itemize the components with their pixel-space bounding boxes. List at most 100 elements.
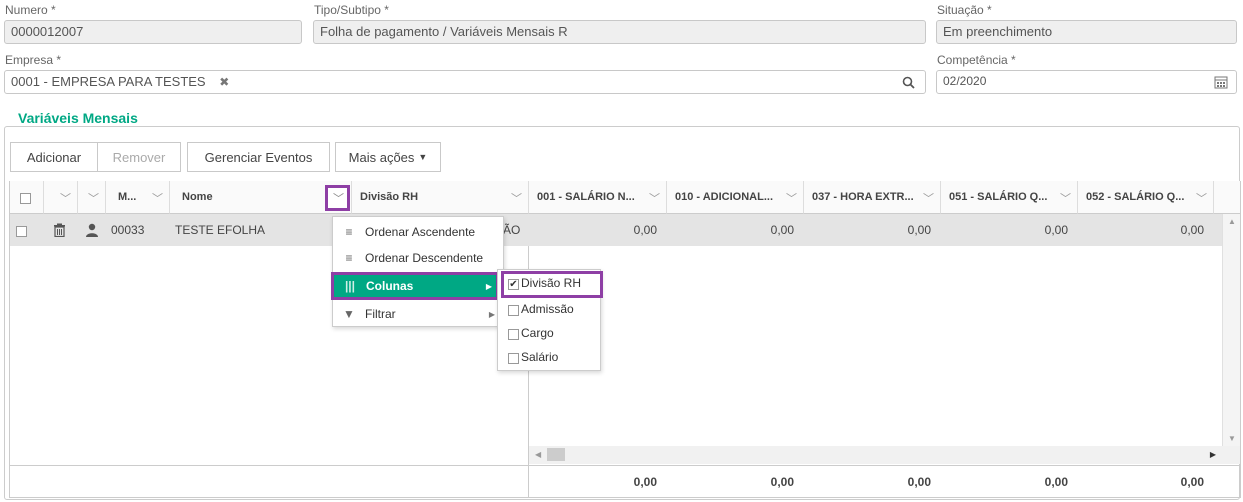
menu-filter[interactable]: ▼ Filtrar ▶ <box>333 301 503 327</box>
row-value-051: 0,00 <box>1044 223 1068 237</box>
header-001-label: 001 - SALÁRIO N... <box>537 191 635 203</box>
chevron-down-icon[interactable]: ﹀ <box>152 190 163 206</box>
scroll-corner <box>1222 446 1240 464</box>
menu-filter-label: Filtrar <box>365 307 396 321</box>
header-037-label: 037 - HORA EXTR... <box>812 191 914 203</box>
submenu-divisao-label: Divisão RH <box>521 276 582 290</box>
row-value-052: 0,00 <box>1180 223 1204 237</box>
header-divisao-label: Divisão RH <box>360 191 419 203</box>
submenu-arrow-icon: ▶ <box>485 281 492 291</box>
header-m-label: M... <box>118 191 137 203</box>
trash-icon[interactable] <box>53 214 66 246</box>
vertical-scrollbar[interactable]: ▲ ▼ <box>1222 214 1240 446</box>
more-actions-label: Mais ações <box>348 149 415 165</box>
situacao-field[interactable]: Em preenchimento <box>936 20 1237 44</box>
header-select-all[interactable] <box>10 181 44 214</box>
chevron-down-icon[interactable]: ﹀ <box>1060 190 1071 206</box>
row-code: 00033 <box>111 223 145 237</box>
row-value-001: 0,00 <box>633 223 657 237</box>
checkbox-icon[interactable] <box>508 328 519 340</box>
header-col-divisao[interactable]: Divisão RH ﹀ <box>352 181 529 214</box>
add-button[interactable]: Adicionar <box>10 142 98 172</box>
total-010: 0,00 <box>770 475 794 489</box>
checkbox-icon[interactable] <box>508 352 519 364</box>
total-052: 0,00 <box>1180 475 1204 489</box>
scroll-up-icon[interactable]: ▲ <box>1228 217 1236 226</box>
chevron-down-icon[interactable]: ﹀ <box>511 190 522 206</box>
remove-button[interactable]: Remover <box>97 142 181 172</box>
checkbox-checked-icon[interactable]: ✔ <box>508 278 519 290</box>
situacao-label: Situação * <box>937 3 992 17</box>
header-col-037[interactable]: 037 - HORA EXTR... ﹀ <box>804 181 941 214</box>
menu-columns-label: Colunas <box>366 279 414 293</box>
column-menu: ≡ Ordenar Ascendente ≡ Ordenar Descenden… <box>331 216 504 327</box>
scroll-left-icon[interactable]: ◀ <box>535 450 541 459</box>
scroll-down-icon[interactable]: ▼ <box>1228 434 1236 443</box>
submenu-cargo-label: Cargo <box>521 326 554 340</box>
tipo-label: Tipo/Subtipo * <box>314 3 389 17</box>
chevron-down-icon[interactable]: ﹀ <box>60 190 71 206</box>
submenu-item-admissao[interactable]: Admissão <box>508 302 574 316</box>
more-actions-button[interactable]: Mais ações ▼ <box>335 142 441 172</box>
menu-sort-descending[interactable]: ≡ Ordenar Descendente <box>333 245 503 271</box>
header-col-m[interactable]: M... ﹀ <box>106 181 170 214</box>
scroll-thumb[interactable] <box>547 448 565 461</box>
empresa-label: Empresa * <box>5 53 62 67</box>
numero-label: Numero * <box>5 3 56 17</box>
search-icon[interactable] <box>902 76 915 89</box>
submenu-salario-label: Salário <box>521 350 559 364</box>
tipo-field[interactable]: Folha de pagamento / Variáveis Mensais R <box>313 20 926 44</box>
chevron-down-icon[interactable]: ﹀ <box>786 190 797 206</box>
sort-descending-icon: ≡ <box>345 251 353 265</box>
total-001: 0,00 <box>633 475 657 489</box>
columns-icon: ||| <box>344 279 356 293</box>
numero-field[interactable]: 0000012007 <box>4 20 302 44</box>
menu-sort-descending-label: Ordenar Descendente <box>365 251 484 265</box>
calendar-icon[interactable] <box>1214 75 1228 89</box>
header-col-delete[interactable]: ﹀ <box>44 181 78 214</box>
empresa-value: 0001 - EMPRESA PARA TESTES <box>11 74 206 89</box>
manage-events-button[interactable]: Gerenciar Eventos <box>187 142 330 172</box>
submenu-item-divisao[interactable]: ✔ Divisão RH <box>508 276 581 290</box>
sort-ascending-icon: ≡ <box>345 225 353 239</box>
competencia-field[interactable]: 02/2020 <box>936 70 1237 94</box>
header-col-010[interactable]: 010 - ADICIONAL... ﹀ <box>667 181 804 214</box>
submenu-item-cargo[interactable]: Cargo <box>508 326 554 340</box>
header-col-052[interactable]: 052 - SALÁRIO Q... ﹀ <box>1078 181 1214 214</box>
chevron-down-icon[interactable]: ﹀ <box>649 190 660 206</box>
header-051-label: 051 - SALÁRIO Q... <box>949 191 1048 203</box>
filter-icon: ▼ <box>343 307 355 321</box>
header-col-051[interactable]: 051 - SALÁRIO Q... ﹀ <box>941 181 1078 214</box>
section-title: Variáveis Mensais <box>14 110 142 126</box>
scroll-right-icon[interactable]: ▶ <box>1210 450 1216 459</box>
submenu-admissao-label: Admissão <box>521 302 574 316</box>
header-col-user[interactable]: ﹀ <box>78 181 106 214</box>
horizontal-scrollbar[interactable]: ◀ ▶ <box>529 446 1222 464</box>
checkbox-icon[interactable] <box>20 192 31 204</box>
nome-column-menu-trigger[interactable]: ﹀ <box>325 185 350 211</box>
user-icon[interactable] <box>85 214 99 246</box>
checkbox-icon[interactable] <box>508 304 519 316</box>
header-filler <box>1214 181 1240 214</box>
submenu-arrow-icon: ▶ <box>488 309 495 319</box>
row-checkbox[interactable] <box>16 214 29 246</box>
row-name: TESTE EFOLHA <box>175 223 266 237</box>
chevron-down-icon[interactable]: ﹀ <box>923 190 934 206</box>
header-nome-label: Nome <box>182 191 213 203</box>
clear-icon[interactable]: ✖ <box>219 75 229 89</box>
menu-sort-ascending-label: Ordenar Ascendente <box>365 225 476 239</box>
submenu-item-salario[interactable]: Salário <box>508 350 558 364</box>
header-010-label: 010 - ADICIONAL... <box>675 191 773 203</box>
total-051: 0,00 <box>1044 475 1068 489</box>
chevron-down-icon: ﹀ <box>333 193 344 205</box>
chevron-down-icon[interactable]: ﹀ <box>88 190 99 206</box>
competencia-label: Competência * <box>937 53 1016 67</box>
chevron-down-icon[interactable]: ﹀ <box>1196 190 1207 206</box>
header-col-001[interactable]: 001 - SALÁRIO N... ﹀ <box>529 181 667 214</box>
caret-down-icon: ▼ <box>418 152 428 162</box>
header-052-label: 052 - SALÁRIO Q... <box>1086 191 1185 203</box>
menu-sort-ascending[interactable]: ≡ Ordenar Ascendente <box>333 219 503 245</box>
menu-columns[interactable]: ||| Colunas ▶ <box>331 272 499 300</box>
empresa-field[interactable]: 0001 - EMPRESA PARA TESTES ✖ <box>4 70 926 94</box>
total-037: 0,00 <box>907 475 931 489</box>
